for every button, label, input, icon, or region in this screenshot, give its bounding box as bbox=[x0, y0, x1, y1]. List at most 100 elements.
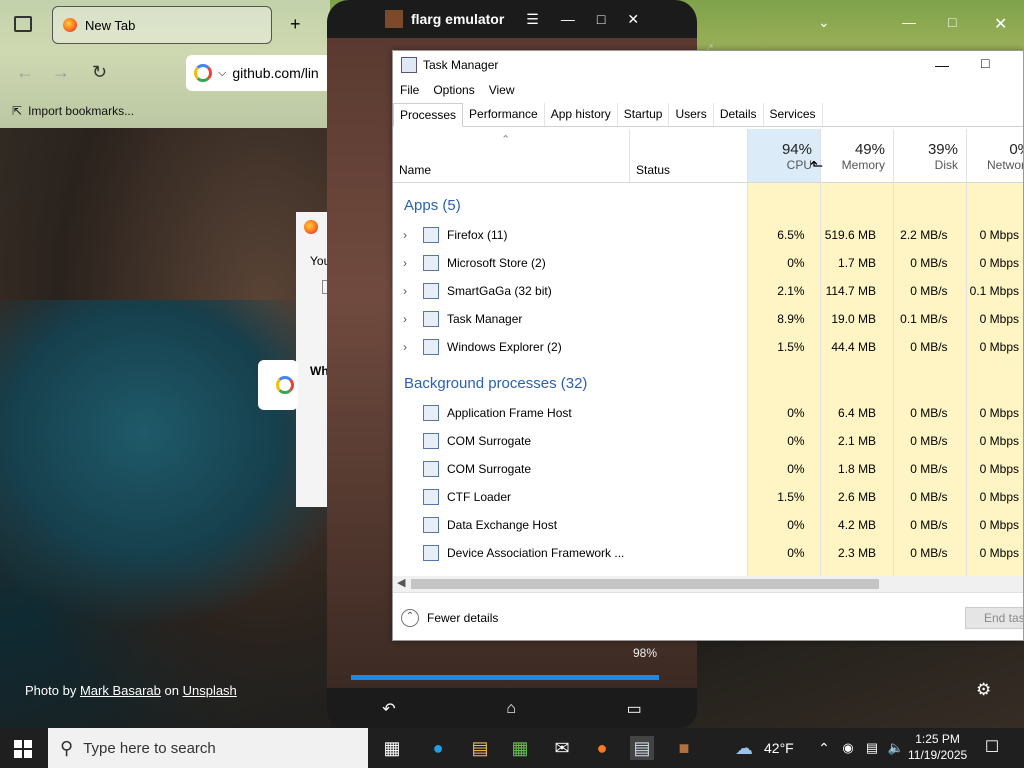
network-icon[interactable]: ▤ bbox=[860, 736, 884, 760]
tab-processes[interactable]: Processes bbox=[393, 103, 464, 127]
column-header-memory[interactable]: 49% Memory bbox=[820, 129, 893, 183]
table-row[interactable]: COM Surrogate 0% 1.8 MB 0 MB/s 0 Mbps bbox=[393, 455, 1023, 483]
mail-icon[interactable]: ✉ bbox=[550, 736, 574, 760]
show-hidden-icons-icon[interactable]: ⌃ bbox=[812, 736, 836, 760]
recents-icon[interactable]: ▭ bbox=[627, 699, 642, 719]
url-bar[interactable]: ⌵ github.com/lin bbox=[186, 55, 330, 91]
table-row[interactable]: COM Surrogate 0% 2.1 MB 0 MB/s 0 Mbps bbox=[393, 427, 1023, 455]
tab-services[interactable]: Services bbox=[764, 103, 823, 126]
group-header-apps: Apps (5) bbox=[393, 191, 1023, 219]
file-explorer-icon[interactable]: ▤ bbox=[468, 736, 492, 760]
process-disk-cell: 2.2 MB/s bbox=[900, 228, 948, 242]
reload-icon[interactable]: ↻ bbox=[92, 62, 107, 83]
column-header-status[interactable]: Status bbox=[629, 129, 747, 183]
process-disk-cell: 0 MB/s bbox=[910, 406, 948, 420]
start-windows-icon[interactable] bbox=[14, 740, 32, 758]
process-net-cell: 0.1 Mbps bbox=[969, 284, 1019, 298]
volume-muted-icon[interactable]: 🔈 bbox=[884, 736, 908, 760]
table-row[interactable]: › Microsoft Store (2) 0% 1.7 MB 0 MB/s 0 Mbps bbox=[393, 249, 1023, 277]
chevron-up-icon[interactable]: ⌃ bbox=[401, 608, 419, 627]
chevron-right-icon[interactable]: › bbox=[403, 340, 415, 354]
browser-tab[interactable]: New Tab bbox=[52, 6, 272, 44]
process-name-cell: CTF Loader bbox=[393, 489, 739, 505]
microsoft-store-icon[interactable]: ▦ bbox=[508, 736, 532, 760]
process-mem-cell: 1.7 MB bbox=[838, 256, 877, 270]
task-manager-icon bbox=[401, 57, 417, 73]
column-header-network[interactable]: 0% Network bbox=[966, 129, 1023, 183]
end-task-button[interactable]: End task bbox=[965, 607, 1023, 629]
table-row[interactable]: › SmartGaGa (32 bit) 2.1% 114.7 MB 0 MB/s 0.1… bbox=[393, 277, 1023, 305]
back-icon[interactable]: ↶ bbox=[382, 699, 395, 719]
menu-view[interactable]: View bbox=[482, 79, 522, 101]
table-row[interactable]: › Windows Explorer (2) 1.5% 44.4 MB 0 MB/s 0 … bbox=[393, 333, 1023, 361]
menu-icon[interactable]: ☰ bbox=[526, 11, 539, 28]
chevron-right-icon[interactable]: › bbox=[403, 312, 415, 326]
emulator-minimize-icon[interactable]: — bbox=[561, 11, 575, 27]
scrollbar-thumb[interactable] bbox=[411, 579, 879, 589]
column-header-disk[interactable]: 39% Disk bbox=[893, 129, 966, 183]
chevron-down-icon[interactable]: ⌵ bbox=[218, 67, 226, 80]
settings-gear-icon[interactable]: ⚙ bbox=[976, 680, 991, 700]
edge-icon[interactable]: ● bbox=[426, 736, 450, 760]
new-tab-icon[interactable]: + bbox=[290, 14, 301, 35]
task-manager-taskbar-icon[interactable]: ▤ bbox=[630, 736, 654, 760]
table-row[interactable]: CTF Loader 1.5% 2.6 MB 0 MB/s 0 Mbps bbox=[393, 483, 1023, 511]
forward-icon[interactable]: → bbox=[52, 62, 70, 83]
process-name: Task Manager bbox=[447, 312, 523, 326]
taskbar-clock[interactable]: 1:25 PM 11/19/2025 bbox=[908, 731, 967, 763]
browser-tablist-icon[interactable]: ⌄ bbox=[818, 14, 830, 31]
table-row[interactable]: Data Exchange Host 0% 4.2 MB 0 MB/s 0 Mbps bbox=[393, 511, 1023, 539]
menu-options[interactable]: Options bbox=[426, 79, 481, 101]
tab-startup[interactable]: Startup bbox=[618, 103, 670, 126]
bookmark-import[interactable]: ⇱ Import bookmarks... bbox=[12, 104, 134, 118]
taskbar-search[interactable]: ⚲ Type here to search bbox=[48, 728, 368, 768]
chevron-right-icon[interactable]: › bbox=[403, 228, 415, 242]
maximize-icon[interactable]: □ bbox=[981, 55, 989, 71]
chevron-right-icon[interactable]: › bbox=[403, 256, 415, 270]
table-row[interactable]: Application Frame Host 0% 6.4 MB 0 MB/s 0 Mb… bbox=[393, 399, 1023, 427]
process-icon bbox=[423, 339, 439, 355]
memory-percent: 49% bbox=[854, 141, 885, 158]
process-net-cell: 0 Mbps bbox=[979, 490, 1019, 504]
firefox-icon bbox=[63, 18, 77, 32]
notifications-icon[interactable]: ☐ bbox=[980, 736, 1004, 760]
minimize-icon[interactable]: — bbox=[935, 57, 949, 73]
home-icon[interactable]: ⌂ bbox=[506, 700, 516, 718]
weather-temp[interactable]: 42°F bbox=[764, 740, 794, 756]
fewer-details-link[interactable]: Fewer details bbox=[427, 611, 498, 625]
table-row[interactable]: Device Association Framework ... 0% 2.3 MB… bbox=[393, 539, 1023, 567]
scroll-left-icon[interactable]: ◀ bbox=[397, 576, 405, 589]
unsplash-link[interactable]: Unsplash bbox=[183, 683, 237, 698]
google-button[interactable] bbox=[258, 360, 298, 410]
menu-file[interactable]: File bbox=[393, 79, 426, 101]
task-view-icon[interactable]: ▦ bbox=[380, 736, 404, 760]
emulator-maximize-icon[interactable]: □ bbox=[597, 11, 605, 27]
process-net-cell: 0 Mbps bbox=[979, 546, 1019, 560]
firefox-taskbar-icon[interactable]: ● bbox=[590, 736, 614, 760]
chevron-right-icon[interactable]: › bbox=[403, 284, 415, 298]
column-header-name[interactable]: ⌃ Name bbox=[393, 129, 629, 183]
process-mem-cell: 4.2 MB bbox=[838, 518, 877, 532]
emulator-close-icon[interactable]: ✕ bbox=[627, 11, 639, 28]
author-link[interactable]: Mark Basarab bbox=[80, 683, 161, 698]
process-mem-cell: 6.4 MB bbox=[838, 406, 877, 420]
tab-users[interactable]: Users bbox=[669, 103, 714, 126]
emulator-taskbar-icon[interactable]: ■ bbox=[672, 736, 696, 760]
browser-minimize-icon[interactable]: — bbox=[902, 14, 916, 30]
browser-close-icon[interactable]: ✕ bbox=[994, 14, 1007, 34]
table-row[interactable]: › Task Manager 8.9% 19.0 MB 0.1 MB/s 0 Mbps bbox=[393, 305, 1023, 333]
task-manager-footer: ⌃ Fewer details bbox=[393, 592, 1023, 640]
google-icon bbox=[194, 64, 212, 82]
emulator-titlebar: flarg emulator ☰ — □ ✕ bbox=[327, 0, 697, 38]
process-net-cell: 0 Mbps bbox=[979, 256, 1019, 270]
process-net-cell: 0 Mbps bbox=[979, 434, 1019, 448]
tab-manager-icon[interactable] bbox=[14, 16, 32, 32]
browser-maximize-icon[interactable]: □ bbox=[948, 14, 956, 30]
back-icon[interactable]: ← bbox=[16, 62, 34, 83]
tab-details[interactable]: Details bbox=[714, 103, 764, 126]
group-header-background: Background processes (32) bbox=[393, 369, 1023, 397]
table-row[interactable]: › Firefox (11) 6.5% 519.6 MB 2.2 MB/s 0 Mbps bbox=[393, 221, 1023, 249]
tab-performance[interactable]: Performance bbox=[463, 103, 545, 126]
tab-app-history[interactable]: App history bbox=[545, 103, 618, 126]
meet-now-icon[interactable]: ◉ bbox=[836, 736, 860, 760]
